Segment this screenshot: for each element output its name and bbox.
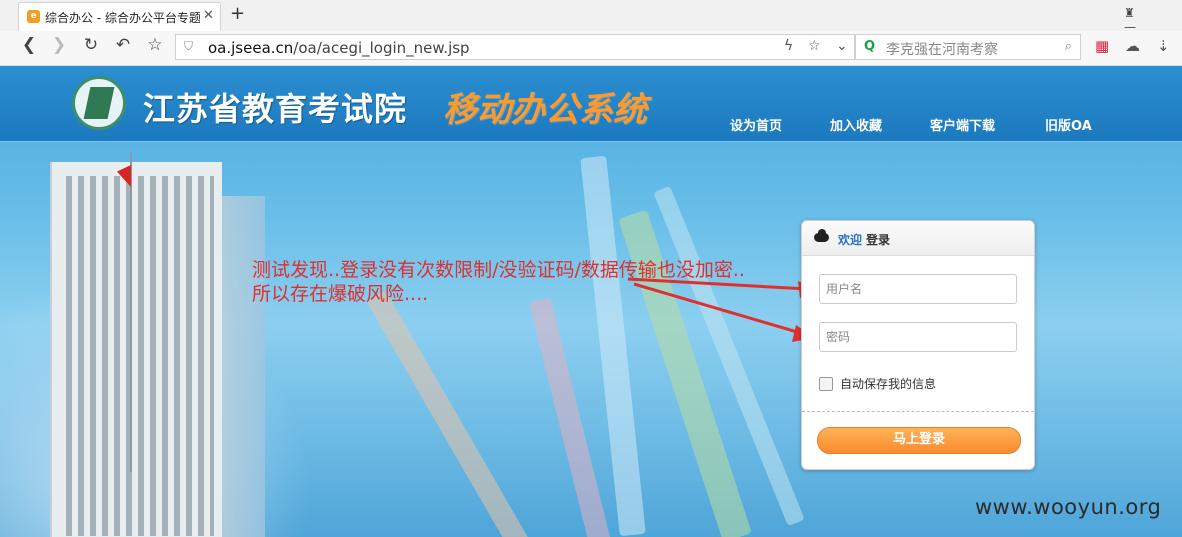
dropdown-chevron-icon[interactable]: ⌄ <box>836 38 848 54</box>
forward-icon[interactable]: ❯ <box>48 35 70 55</box>
login-panel: 欢迎 登录 自动保存我的信息 马上登录 <box>801 220 1035 470</box>
favorite-star-icon[interactable]: ☆ <box>144 35 166 55</box>
address-bar[interactable]: ⛉ oa.jseea.cn/oa/acegi_login_new.jsp ϟ ☆… <box>175 34 855 60</box>
watermark: www.wooyun.org <box>975 495 1162 519</box>
login-button[interactable]: 马上登录 <box>817 427 1021 454</box>
bookmark-star-icon[interactable]: ☆ <box>808 38 821 54</box>
url-host: oa.jseea.cn <box>208 39 294 57</box>
remember-label: 自动保存我的信息 <box>840 377 937 391</box>
welcome-label: 欢迎 <box>838 233 863 247</box>
apps-grid-icon[interactable]: ▦ <box>1095 37 1109 55</box>
search-icon[interactable]: ⌕ <box>1065 39 1072 54</box>
browser-nav-bar: ❮ ❯ ↻ ↶ ☆ ⛉ oa.jseea.cn/oa/acegi_login_n… <box>0 31 1182 66</box>
divider <box>802 411 1034 412</box>
shield-icon: ⛉ <box>184 39 194 53</box>
cloud-icon <box>814 229 829 242</box>
new-tab-icon[interactable]: + <box>230 3 245 24</box>
back-icon[interactable]: ❮ <box>18 35 40 55</box>
browser-tab[interactable]: e 综合办公 - 综合办公平台专题 ✕ <box>18 2 221 31</box>
password-input[interactable] <box>819 322 1017 352</box>
close-tab-icon[interactable]: ✕ <box>203 8 214 23</box>
login-header: 欢迎 登录 <box>802 221 1034 256</box>
reload-icon[interactable]: ↻ <box>80 35 102 55</box>
arrow-line <box>627 277 809 291</box>
search-box[interactable]: Q 李克强在河南考察 ⌕ <box>855 34 1081 60</box>
cloud-icon[interactable]: ☁ <box>1125 37 1140 55</box>
remember-checkbox[interactable] <box>819 377 833 391</box>
login-title: 登录 <box>866 233 891 247</box>
skin-icon[interactable]: ♜ <box>1124 6 1135 20</box>
search-engine-icon: Q <box>864 39 876 54</box>
url-path: /oa/acegi_login_new.jsp <box>293 39 470 57</box>
username-input[interactable] <box>819 274 1017 304</box>
arrow-line <box>633 282 805 336</box>
download-icon[interactable]: ⇣ <box>1157 37 1170 55</box>
site-favicon-icon: e <box>27 10 40 23</box>
search-input[interactable]: 李克强在河南考察 <box>886 39 998 59</box>
undo-icon[interactable]: ↶ <box>112 35 134 55</box>
login-page: 江苏省教育考试院 移动办公系统 设为首页 加入收藏 客户端下载 旧版OA 测试发… <box>0 66 1182 537</box>
browser-tab-bar: e 综合办公 - 综合办公平台专题 ✕ + ♜—▭ <box>0 0 1182 48</box>
address-url: oa.jseea.cn/oa/acegi_login_new.jsp <box>208 39 470 57</box>
tab-title: 综合办公 - 综合办公平台专题 <box>45 11 200 25</box>
lightning-icon[interactable]: ϟ <box>784 38 793 54</box>
